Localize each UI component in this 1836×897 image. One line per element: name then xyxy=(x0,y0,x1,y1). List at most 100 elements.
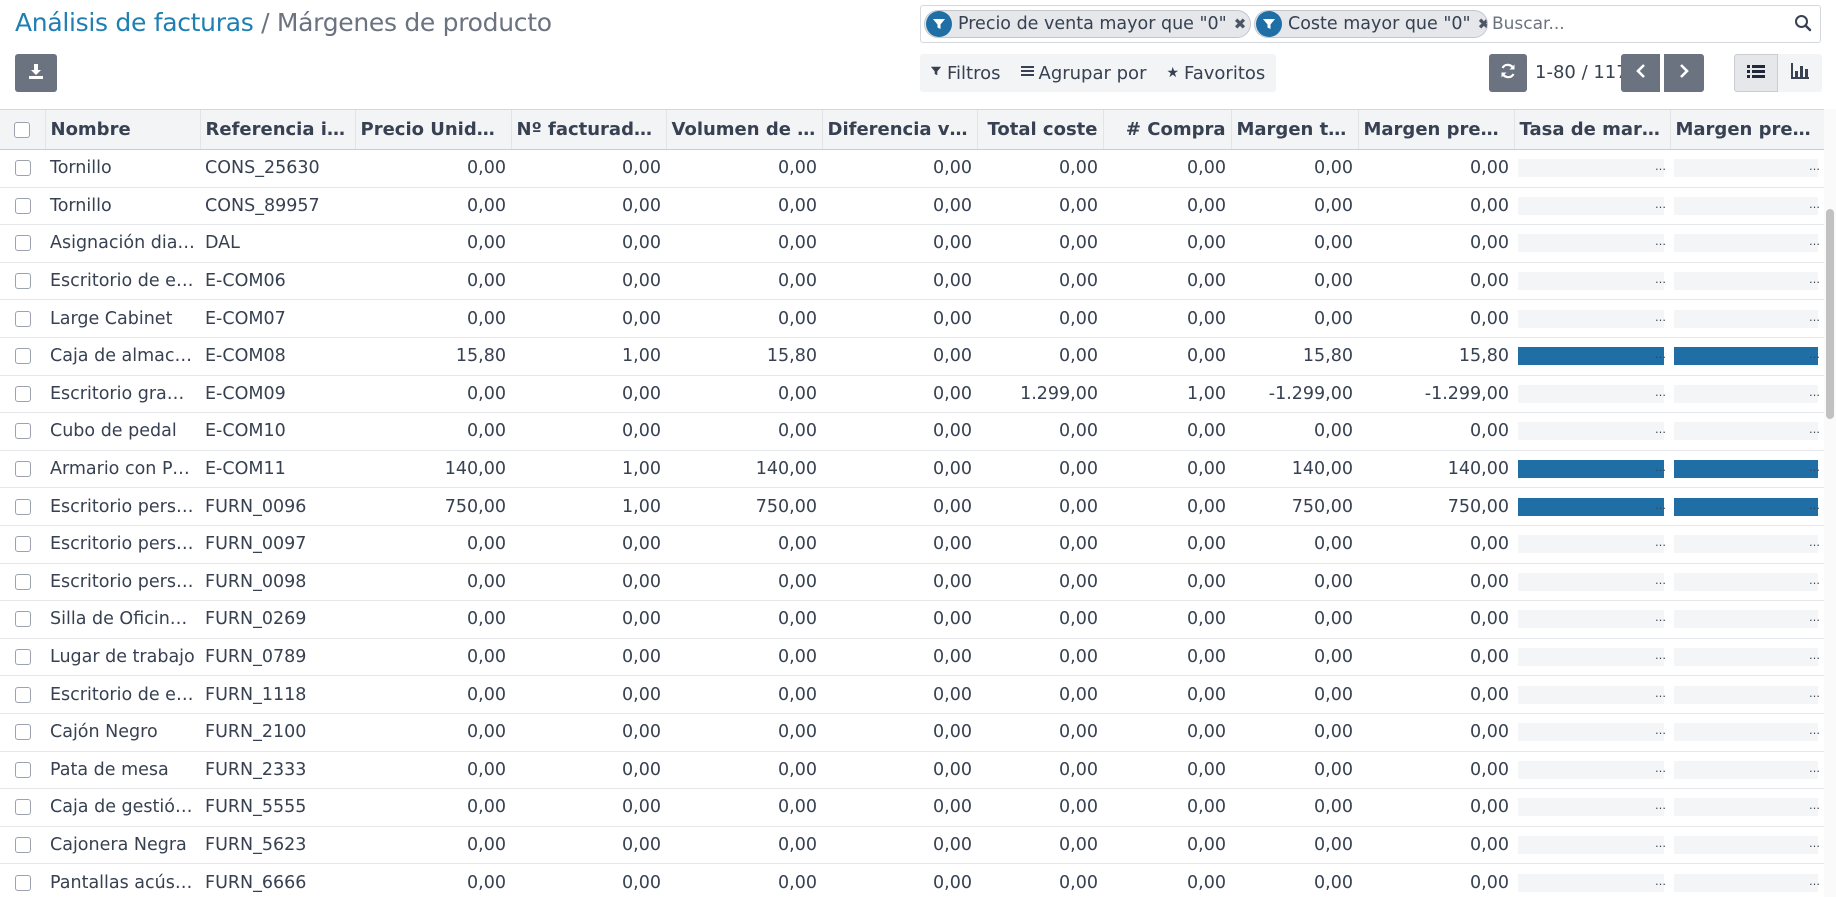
row-select-checkbox[interactable] xyxy=(0,261,45,300)
facet-remove-icon[interactable]: ✖ xyxy=(1234,15,1247,33)
table-row[interactable]: Caja de almacenajeE-COM0815,801,0015,800… xyxy=(0,336,1824,376)
filters-button[interactable]: Filtros xyxy=(920,54,1011,92)
facet-remove-icon[interactable]: ✖ xyxy=(1478,15,1487,33)
favorites-button[interactable]: ★ Favoritos xyxy=(1156,54,1275,92)
refresh-button[interactable] xyxy=(1489,54,1527,92)
checkbox-box[interactable] xyxy=(14,724,31,741)
row-select-checkbox[interactable] xyxy=(0,562,45,601)
ellipsis-icon: … xyxy=(1655,686,1666,700)
list-view-button[interactable] xyxy=(1734,54,1778,92)
table-row[interactable]: Escritorio personalizableFURN_0096750,00… xyxy=(0,487,1824,526)
column-header-invoiced-qty[interactable]: Nº facturado en venta xyxy=(510,109,666,150)
column-header-expected-margin[interactable]: Margen previsto xyxy=(1357,109,1514,150)
breadcrumb-parent-link[interactable]: Análisis de facturas xyxy=(15,8,254,37)
row-select-checkbox[interactable] xyxy=(0,374,45,413)
checkbox-box[interactable] xyxy=(14,536,31,553)
cell-turnover: 0,00 xyxy=(666,224,822,263)
checkbox-box[interactable] xyxy=(14,310,31,327)
checkbox-box[interactable] xyxy=(14,461,31,478)
pager-previous-button[interactable] xyxy=(1621,54,1660,92)
checkbox-box[interactable] xyxy=(14,348,31,365)
table-row[interactable]: Cajón Negro FURN_2100 0,00 0,00 0,00 0,00 0,00… xyxy=(0,712,1824,751)
checkbox-box[interactable] xyxy=(14,122,31,138)
row-select-checkbox[interactable] xyxy=(0,524,45,564)
groupby-button[interactable]: Agrupar por xyxy=(1011,54,1157,92)
table-row[interactable]: Pata de mesa FURN_2333 0,00 0,00 0,00 0,00 0,0… xyxy=(0,750,1824,789)
pager-value[interactable]: 1-80 / 117 xyxy=(1535,62,1628,83)
checkbox-box[interactable] xyxy=(14,498,31,515)
search-facet-cost[interactable]: Coste mayor que "0" ✖ xyxy=(1254,10,1488,38)
row-select-checkbox[interactable] xyxy=(0,750,45,789)
table-row[interactable]: Caja de gestión de cablesFURN_55550,000,… xyxy=(0,788,1824,827)
table-row[interactable]: Escritorio de esquinaE-COM060,000,000,00… xyxy=(0,261,1824,300)
column-header-reference[interactable]: Referencia interna xyxy=(199,109,355,150)
table-row[interactable]: Large Cabinet E-COM07 0,00 0,00 0,00 0,00 0,00… xyxy=(0,299,1824,338)
table-row[interactable]: Asignación diaria DAL 0,00 0,00 0,00 0,00 0,00… xyxy=(0,224,1824,263)
checkbox-box[interactable] xyxy=(14,799,31,816)
search-facet-price[interactable]: Precio de venta mayor que "0" ✖ xyxy=(924,10,1251,38)
row-select-checkbox[interactable] xyxy=(0,299,45,338)
cell-sale-difference: 0,00 xyxy=(822,524,977,564)
search-input[interactable] xyxy=(1492,12,1772,36)
download-button[interactable] xyxy=(15,54,57,92)
table-row[interactable]: Escritorio de esquinaFURN_11180,000,000,… xyxy=(0,675,1824,714)
row-select-checkbox[interactable] xyxy=(0,487,45,526)
table-row[interactable]: Escritorio personalizableFURN_00980,000,… xyxy=(0,562,1824,601)
ellipsis-icon: … xyxy=(1809,197,1820,211)
graph-view-button[interactable] xyxy=(1778,54,1822,92)
checkbox-box[interactable] xyxy=(14,573,31,590)
cell-invoiced-qty: 0,00 xyxy=(511,374,666,413)
checkbox-box[interactable] xyxy=(14,160,31,177)
column-header-total-cost[interactable]: Total coste xyxy=(976,109,1103,150)
row-select-checkbox[interactable] xyxy=(0,186,45,225)
table-row[interactable]: Escritorio personalizableFURN_00970,000,… xyxy=(0,524,1824,564)
row-select-checkbox[interactable] xyxy=(0,449,45,488)
table-row[interactable]: Silla de Oficina NegraFURN_02690,000,000… xyxy=(0,600,1824,639)
select-all-checkbox[interactable] xyxy=(0,109,45,150)
row-select-checkbox[interactable] xyxy=(0,149,45,188)
row-select-checkbox[interactable] xyxy=(0,336,45,376)
row-select-checkbox[interactable] xyxy=(0,788,45,827)
table-row[interactable]: Cajonera Negra FURN_5623 0,00 0,00 0,00 0,00 0… xyxy=(0,825,1824,864)
checkbox-box[interactable] xyxy=(14,385,31,402)
row-select-checkbox[interactable] xyxy=(0,600,45,639)
checkbox-box[interactable] xyxy=(14,235,31,252)
row-select-checkbox[interactable] xyxy=(0,637,45,676)
table-row[interactable]: Tornillo CONS_25630 0,00 0,00 0,00 0,00 0,00 0,… xyxy=(0,149,1824,188)
table-row[interactable]: Armario con PuertasE-COM11140,001,00140,… xyxy=(0,449,1824,488)
table-row[interactable]: Tornillo CONS_89957 0,00 0,00 0,00 0,00 0,00 0,… xyxy=(0,186,1824,225)
column-header-margin-rate[interactable]: Tasa de margen xyxy=(1513,109,1670,150)
table-row[interactable]: Cubo de pedal E-COM10 0,00 0,00 0,00 0,00 0,00… xyxy=(0,412,1824,451)
checkbox-box[interactable] xyxy=(14,423,31,440)
checkbox-box[interactable] xyxy=(14,874,31,891)
row-select-checkbox[interactable] xyxy=(0,712,45,751)
checkbox-box[interactable] xyxy=(14,836,31,853)
pager-next-button[interactable] xyxy=(1664,54,1704,92)
column-header-total-margin[interactable]: Margen total xyxy=(1230,109,1358,150)
checkbox-box[interactable] xyxy=(14,273,31,290)
progress-bar: … xyxy=(1518,873,1666,892)
column-header-unit-price[interactable]: Precio Unidad de venta xyxy=(354,109,511,150)
scrollbar-thumb[interactable] xyxy=(1826,209,1834,419)
table-row[interactable]: Lugar de trabajo FURN_0789 0,00 0,00 0,00 0,0… xyxy=(0,637,1824,676)
checkbox-box[interactable] xyxy=(14,761,31,778)
checkbox-box[interactable] xyxy=(14,649,31,666)
table-row[interactable]: Escritorio grande E-COM09 0,00 0,00 0,00 0,00… xyxy=(0,374,1824,413)
table-row[interactable]: Pantallas acústicas FURN_6666 0,00 0,00 0,00… xyxy=(0,863,1824,897)
cell-sale-difference: 0,00 xyxy=(822,374,977,413)
column-header-turnover[interactable]: Volumen de negocio xyxy=(665,109,822,150)
search-icon[interactable] xyxy=(1794,14,1812,36)
row-select-checkbox[interactable] xyxy=(0,224,45,263)
checkbox-box[interactable] xyxy=(14,611,31,628)
checkbox-box[interactable] xyxy=(14,197,31,214)
vertical-scrollbar[interactable] xyxy=(1824,109,1836,897)
column-header-sale-difference[interactable]: Diferencia venta xyxy=(821,109,977,150)
column-header-expected-margin-rate[interactable]: Margen previsto xyxy=(1669,109,1824,150)
checkbox-box[interactable] xyxy=(14,686,31,703)
row-select-checkbox[interactable] xyxy=(0,412,45,451)
row-select-checkbox[interactable] xyxy=(0,825,45,864)
row-select-checkbox[interactable] xyxy=(0,863,45,897)
column-header-purchase-count[interactable]: # Compra xyxy=(1102,109,1231,150)
column-header-name[interactable]: Nombre xyxy=(44,109,200,150)
row-select-checkbox[interactable] xyxy=(0,675,45,714)
